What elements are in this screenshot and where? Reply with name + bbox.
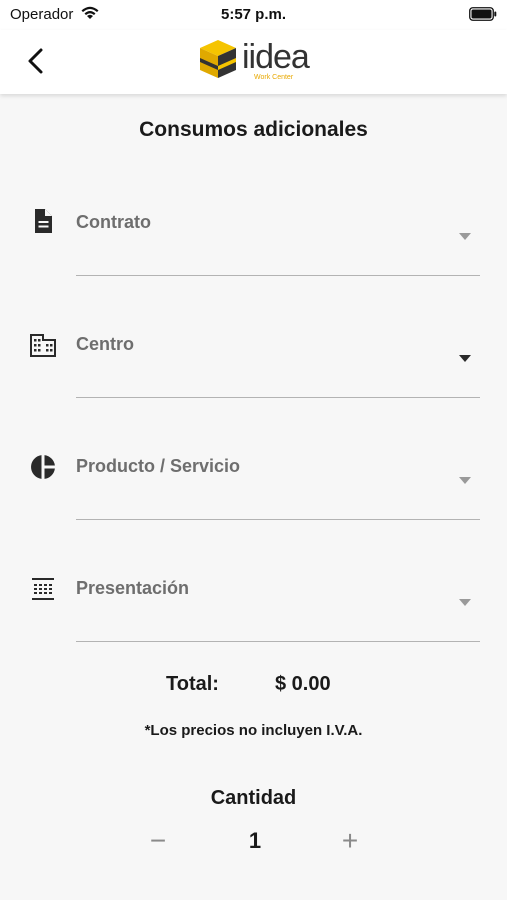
logo-text: iidea bbox=[242, 38, 310, 76]
status-bar: Operador 5:57 p.m. bbox=[0, 0, 507, 30]
quantity-value: 1 bbox=[248, 828, 262, 853]
producto-servicio-label: Producto / Servicio bbox=[76, 456, 241, 476]
quantity-title: Cantidad bbox=[210, 787, 297, 809]
document-icon bbox=[30, 208, 56, 234]
dropdown-arrow-icon bbox=[459, 594, 471, 606]
contrato-select[interactable]: Contrato bbox=[0, 200, 507, 300]
page-title: Consumos adicionales bbox=[139, 118, 368, 141]
increase-quantity-button[interactable]: + bbox=[337, 826, 363, 856]
presentacion-label: Presentación bbox=[76, 578, 190, 598]
nav-bar: iidea Work Center bbox=[0, 30, 507, 94]
cube-logo-icon bbox=[200, 40, 236, 78]
chevron-left-icon bbox=[28, 48, 43, 74]
decrease-quantity-button[interactable]: − bbox=[145, 826, 171, 856]
app-logo: iidea Work Center bbox=[196, 36, 312, 86]
producto-servicio-select[interactable]: Producto / Servicio bbox=[0, 444, 507, 544]
status-time: 5:57 p.m. bbox=[220, 6, 287, 23]
building-icon bbox=[30, 332, 56, 358]
iva-note: *Los precios no incluyen I.V.A. bbox=[144, 722, 363, 739]
producto-servicio-underline bbox=[76, 519, 480, 520]
presentacion-underline bbox=[76, 641, 480, 642]
back-button[interactable] bbox=[22, 44, 52, 78]
centro-label: Centro bbox=[76, 334, 134, 354]
total-value: $ 0.00 bbox=[275, 673, 331, 695]
centro-select[interactable]: Centro bbox=[0, 322, 507, 422]
total-label: Total: bbox=[166, 673, 219, 695]
contrato-label: Contrato bbox=[76, 212, 151, 232]
dropdown-arrow-icon bbox=[459, 472, 471, 484]
centro-underline bbox=[76, 397, 480, 398]
presentacion-select[interactable]: Presentación bbox=[0, 566, 507, 666]
logo-subtext: Work Center bbox=[254, 74, 294, 81]
battery-icon bbox=[469, 7, 497, 26]
contrato-underline bbox=[76, 275, 480, 276]
grid-list-icon bbox=[30, 576, 56, 602]
dropdown-arrow-icon bbox=[459, 350, 471, 362]
pie-chart-icon bbox=[30, 454, 56, 480]
dropdown-arrow-icon bbox=[459, 228, 471, 240]
